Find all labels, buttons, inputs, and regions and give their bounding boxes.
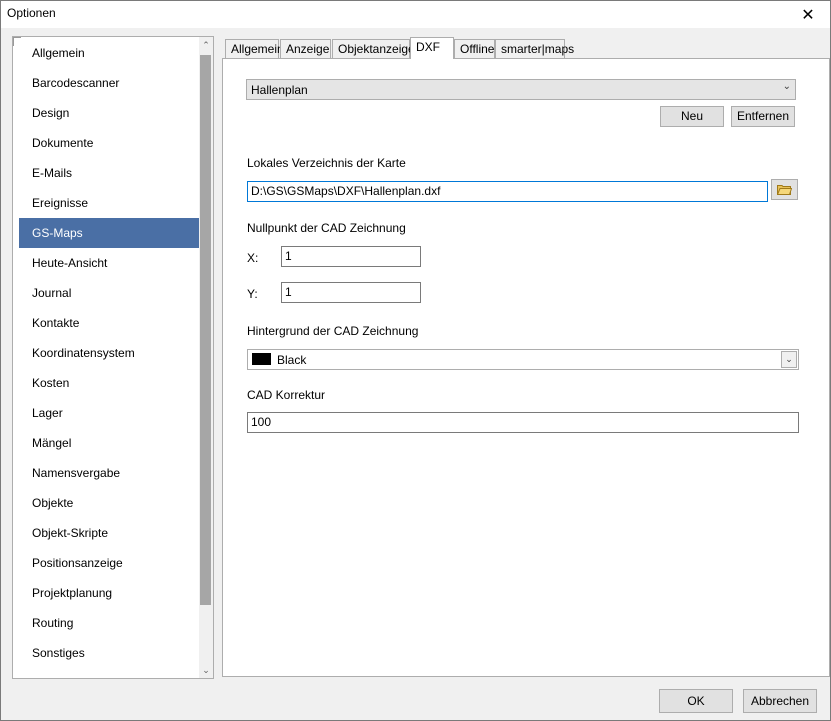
map-select[interactable]: Hallenplan ⌄ (246, 79, 796, 100)
sidebar-item-objekte[interactable]: Objekte (19, 488, 199, 518)
scroll-down-icon[interactable]: ⌄ (199, 662, 213, 678)
sidebar-scrollbar[interactable]: ⌃ ⌄ (199, 37, 213, 678)
x-field[interactable]: 1 (281, 246, 421, 267)
tab-offline[interactable]: Offline (454, 39, 495, 58)
sidebar-item-allgemein[interactable]: Allgemein (19, 38, 199, 68)
y-label: Y: (247, 287, 258, 301)
local-dir-label: Lokales Verzeichnis der Karte (247, 156, 406, 170)
sidebar-item-routing[interactable]: Routing (19, 608, 199, 638)
color-swatch (252, 353, 271, 365)
tab-allgemein[interactable]: Allgemein (225, 39, 284, 58)
sidebar-item-lager[interactable]: Lager (19, 398, 199, 428)
correction-label: CAD Korrektur (247, 388, 326, 402)
sidebar-item-namensvergabe[interactable]: Namensvergabe (19, 458, 199, 488)
background-label: Hintergrund der CAD Zeichnung (247, 324, 419, 338)
scroll-thumb[interactable] (200, 55, 211, 605)
browse-folder-button[interactable] (771, 179, 798, 200)
sidebar-item-dokumente[interactable]: Dokumente (19, 128, 199, 158)
sidebar-item-e-mails[interactable]: E-Mails (19, 158, 199, 188)
tab-smartermaps[interactable]: smarter|maps (495, 39, 574, 58)
tab-anzeige[interactable]: Anzeige (280, 39, 331, 58)
sidebar-item-projektplanung[interactable]: Projektplanung (19, 578, 199, 608)
sidebar-item-journal[interactable]: Journal (19, 278, 199, 308)
x-label: X: (247, 251, 259, 265)
sidebar-item-ereignisse[interactable]: Ereignisse (19, 188, 199, 218)
background-color-select[interactable]: Black ⌄ (247, 349, 799, 370)
y-field[interactable]: 1 (281, 282, 421, 303)
cancel-button[interactable]: Abbrechen (743, 689, 817, 713)
sidebar-item-sonstiges[interactable]: Sonstiges (19, 638, 199, 668)
new-button[interactable]: Neu (660, 106, 724, 127)
sidebar-item-kosten[interactable]: Kosten (19, 368, 199, 398)
sidebar-item-objekt-skripte[interactable]: Objekt-Skripte (19, 518, 199, 548)
window-title: Optionen (7, 6, 56, 20)
chevron-down-icon: ⌄ (782, 81, 791, 92)
sidebar-item-gs-maps[interactable]: GS-Maps (19, 218, 199, 248)
title-bar: Optionen ✕ (1, 1, 830, 28)
local-dir-field[interactable]: D:\GS\GSMaps\DXF\Hallenplan.dxf (247, 181, 768, 202)
tab-objektanzeige[interactable]: Objektanzeige (332, 39, 415, 58)
background-color-value: Black (277, 353, 307, 367)
tab-dxf[interactable]: DXF (410, 37, 454, 59)
chevron-down-icon: ⌄ (781, 351, 797, 368)
folder-icon (777, 185, 792, 195)
correction-field[interactable]: 100 (247, 412, 799, 433)
sidebar-item-design[interactable]: Design (19, 98, 199, 128)
sidebar-item-barcodescanner[interactable]: Barcodescanner (19, 68, 199, 98)
sidebar-item-positionsanzeige[interactable]: Positionsanzeige (19, 548, 199, 578)
close-icon[interactable]: ✕ (786, 1, 830, 28)
nullpoint-label: Nullpunkt der CAD Zeichnung (247, 221, 406, 235)
ok-button[interactable]: OK (659, 689, 733, 713)
map-select-value: Hallenplan (251, 83, 308, 97)
scroll-up-icon[interactable]: ⌃ (199, 37, 213, 53)
remove-button[interactable]: Entfernen (731, 106, 795, 127)
category-list: Allgemein Barcodescanner Design Dokumente E-… (12, 36, 214, 679)
sidebar-item-mängel[interactable]: Mängel (19, 428, 199, 458)
sidebar-item-kontakte[interactable]: Kontakte (19, 308, 199, 338)
dxf-panel: Hallenplan ⌄ Neu Entfernen Lokales Verze… (222, 58, 830, 677)
sidebar-item-heute-ansicht[interactable]: Heute-Ansicht (19, 248, 199, 278)
options-dialog: Optionen ✕ Allgemein Barcodescanner Design… (0, 0, 831, 721)
sidebar-item-koordinatensystem[interactable]: Koordinatensystem (19, 338, 199, 368)
